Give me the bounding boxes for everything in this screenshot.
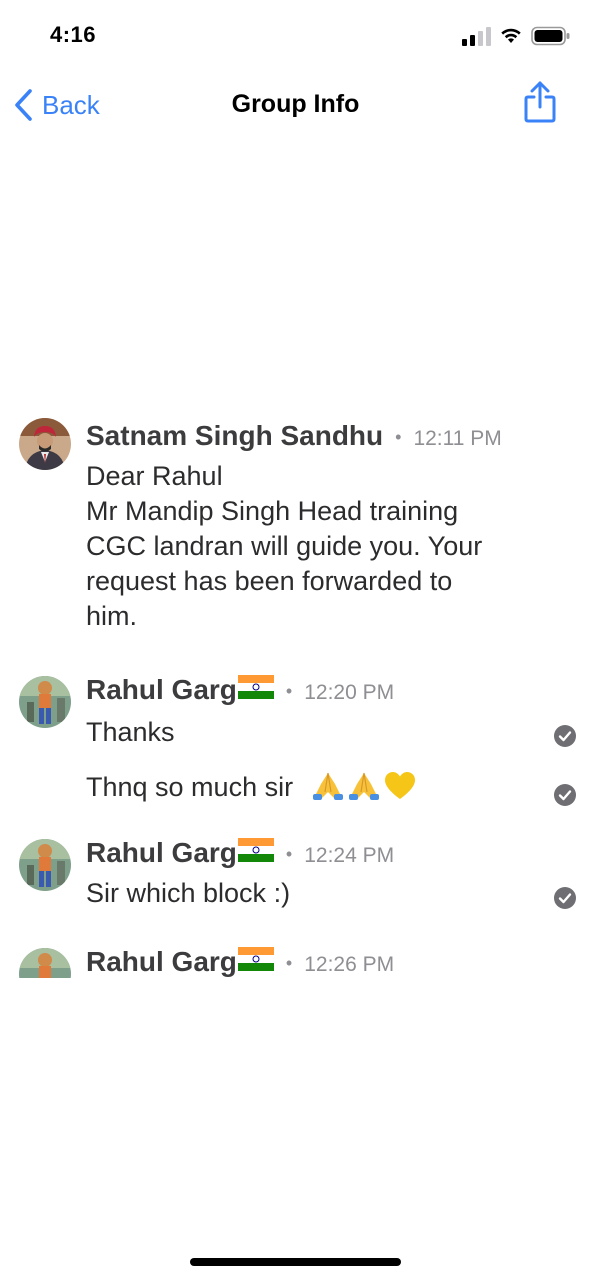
read-check-icon (554, 887, 576, 909)
status-time: 4:16 (50, 22, 97, 47)
sender-name: Rahul Garg (86, 946, 237, 977)
status-bar: 4:16 (0, 0, 591, 70)
message-header: Rahul Garg • 12:20 PM (86, 674, 394, 706)
signal-icon (462, 27, 491, 46)
read-check-icon (554, 725, 576, 747)
chat-area[interactable]: Satnam Singh Sandhu • 12:11 PM Dear Rahu… (0, 138, 591, 978)
page-title: Group Info (231, 90, 360, 118)
nav-bar: Back Group Info (0, 72, 591, 138)
read-check-icon (554, 784, 576, 806)
india-flag-icon (237, 675, 274, 699)
message-text[interactable]: Thnq so much sir (86, 770, 419, 805)
avatar[interactable] (19, 948, 71, 978)
message-header: Satnam Singh Sandhu • 12:11 PM (86, 420, 502, 452)
message-header: Rahul Garg • 12:26 PM (86, 946, 394, 978)
message-text[interactable]: Thanks (86, 715, 175, 750)
india-flag-icon (237, 838, 274, 862)
message-text[interactable]: Dear Rahul Mr Mandip Singh Head training… (86, 459, 546, 634)
home-indicator[interactable] (190, 1258, 401, 1266)
yellow-heart-icon (384, 772, 415, 799)
message-time: 12:20 PM (304, 681, 395, 704)
sender-name: Satnam Singh Sandhu (86, 420, 384, 451)
separator-dot: • (395, 427, 402, 447)
avatar[interactable] (19, 418, 71, 470)
message-text-content: Thnq so much sir (86, 772, 294, 802)
message-header: Rahul Garg • 12:24 PM (86, 837, 394, 869)
message-text[interactable]: Sir which block :) (86, 876, 290, 911)
separator-dot: • (285, 844, 293, 864)
battery-icon (531, 26, 570, 46)
emoji-row (311, 770, 419, 802)
message-time: 12:24 PM (304, 844, 395, 867)
folded-hands-icon (348, 772, 379, 800)
sender-name: Rahul Garg (86, 837, 237, 868)
sender-name: Rahul Garg (86, 674, 237, 705)
message-time: 12:11 PM (413, 427, 502, 450)
avatar[interactable] (19, 839, 71, 891)
separator-dot: • (285, 953, 293, 973)
separator-dot: • (285, 681, 293, 701)
wifi-icon (501, 28, 521, 43)
avatar[interactable] (19, 676, 71, 728)
india-flag-icon (237, 947, 274, 971)
share-icon[interactable] (520, 80, 560, 124)
message-time: 12:26 PM (304, 953, 395, 976)
folded-hands-icon (312, 772, 343, 800)
